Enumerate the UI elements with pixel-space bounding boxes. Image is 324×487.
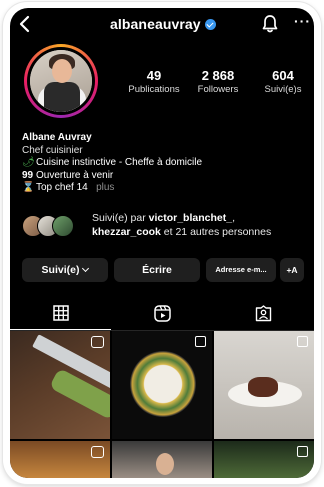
posts-label: Publications [128,84,180,95]
instagram-profile-screen: albaneauvray ··· 49 Publications 2 868 F… [10,8,314,478]
reels-icon [154,305,171,322]
carousel-icon [297,336,308,347]
following-button[interactable]: Suivi(e) [22,258,108,282]
post-thumbnail[interactable] [214,441,314,478]
bio-line: 99 Ouverture à venir [22,169,114,181]
post-thumbnail[interactable] [10,441,110,478]
tab-reels[interactable] [111,298,212,329]
post-thumbnail[interactable] [10,331,110,439]
hourglass-icon: ⌛ [22,182,35,194]
posts-count: 49 [146,68,162,83]
more-options-icon[interactable]: ··· [294,13,311,29]
avatar[interactable] [30,50,92,112]
display-name: Albane Auvray [22,132,92,143]
followed-by[interactable]: Suivi(e) par victor_blanchet_, khezzar_c… [22,211,312,245]
bio-line: ⌛ Top chef 14 plus [22,182,115,194]
carousel-icon [297,446,308,457]
top-bar: albaneauvray ··· [10,8,314,42]
phone-frame: albaneauvray ··· 49 Publications 2 868 F… [3,2,321,484]
grid-icon [53,305,69,321]
tagged-icon [255,305,272,322]
followers-label: Followers [197,84,239,95]
reel-icon [91,336,104,348]
verified-badge-icon [204,19,216,30]
following-count: 604 [272,68,294,83]
more-link[interactable]: plus [96,182,114,193]
story-ring[interactable] [24,44,98,118]
stat-following[interactable]: 604 Suivi(e)s [254,68,312,95]
quote-icon: 99 [22,169,34,181]
following-label: Suivi(e)s [264,84,302,95]
tab-tagged[interactable] [212,298,313,329]
posts-grid [10,331,314,478]
post-thumbnail[interactable] [214,331,314,439]
post-thumbnail[interactable] [112,441,212,478]
chevron-down-icon [82,264,90,273]
follower-username[interactable]: victor_blanchet_ [149,212,232,224]
message-button[interactable]: Écrire [114,258,200,282]
carousel-icon [195,336,206,347]
username-header: albaneauvray [110,16,216,32]
back-arrow-icon[interactable] [16,14,34,34]
bio-line: 🌶Cuisine instinctive - Cheffe à domicile [22,157,203,169]
profile-actions: Suivi(e) Écrire Adresse e-m... +A [22,258,304,284]
followed-by-text: Suivi(e) par victor_blanchet_, khezzar_c… [92,212,272,238]
follower-username[interactable]: khezzar_cook [92,226,161,238]
category: Chef cuisinier [22,144,83,156]
bio: Albane Auvray Chef cuisinier 🌶Cuisine in… [22,132,307,195]
stat-posts[interactable]: 49 Publications [124,68,184,95]
reel-icon [91,446,104,458]
follower-avatar [52,215,74,237]
chili-icon: 🌶 [22,157,35,169]
post-thumbnail[interactable] [112,331,212,439]
bell-icon[interactable] [261,14,279,34]
add-person-button[interactable]: +A [280,258,304,282]
followers-count: 2 868 [201,68,235,83]
content-tabs [10,298,314,331]
email-button[interactable]: Adresse e-m... [206,258,276,282]
username: albaneauvray [110,16,201,32]
tab-grid[interactable] [10,298,111,330]
stat-followers[interactable]: 2 868 Followers [186,68,250,95]
